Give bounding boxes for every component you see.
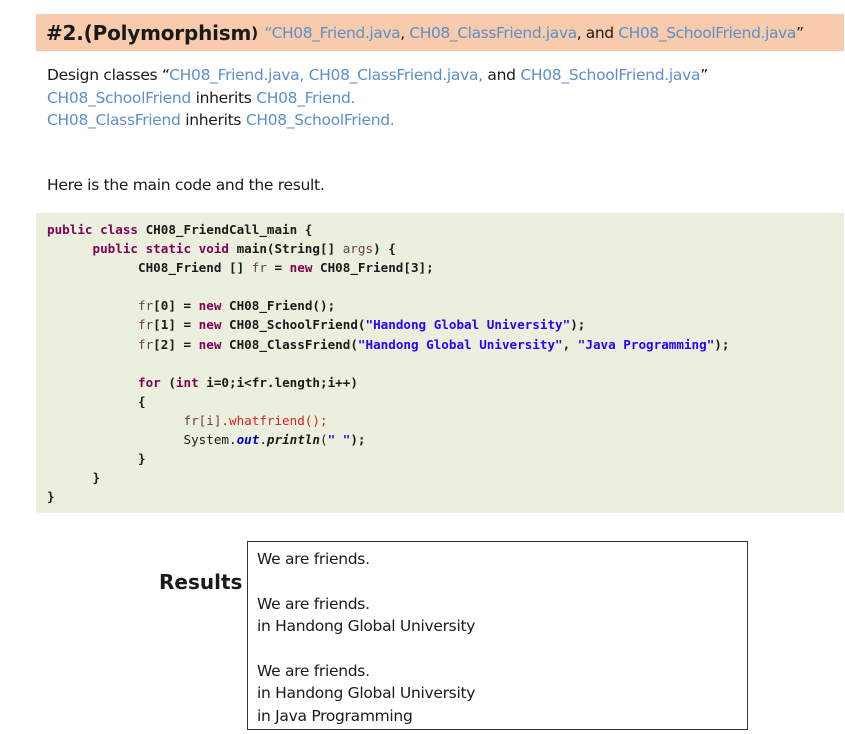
- inheritance-verb: inherits: [195, 88, 252, 107]
- code-line: }: [92, 470, 101, 486]
- code-block: public class CH08_FriendCall_main { publ…: [47, 220, 729, 506]
- code-line: public class CH08_FriendCall_main {: [47, 222, 313, 237]
- code-line: {: [138, 393, 146, 409]
- output-line: We are friends.: [257, 662, 370, 680]
- results-label: Results: [159, 570, 243, 594]
- output-line: We are friends.: [257, 594, 370, 613]
- inheritance-parent: CH08_SchoolFriend.: [245, 111, 395, 129]
- title-file-friend: “CH08_Friend.java: [264, 23, 401, 42]
- description: Design classes “CH08_Friend.java, CH08_C…: [47, 64, 708, 132]
- description-file-friend: CH08_Friend.java,: [169, 66, 304, 84]
- title-file-list: “CH08_Friend.java, CH08_ClassFriend.java…: [260, 24, 804, 42]
- title-close-quote: ”: [795, 23, 804, 42]
- inheritance-verb: inherits: [185, 111, 242, 129]
- output-line: in Handong Global University: [257, 684, 476, 703]
- code-line: fr[0] = new CH08_Friend();: [138, 298, 336, 314]
- title-heading: #2.(Polymorphism: [46, 20, 252, 45]
- title-file-classfriend: CH08_ClassFriend.java: [409, 23, 577, 42]
- code-line: }: [47, 489, 55, 505]
- description-file-schoolfriend: CH08_SchoolFriend.java: [520, 66, 701, 84]
- description-and: and: [487, 66, 516, 84]
- title-separator: ,: [400, 23, 405, 42]
- intro-text: Here is the main code and the result.: [47, 176, 325, 194]
- description-line-2: CH08_SchoolFriend inherits CH08_Friend.: [47, 87, 708, 110]
- title-and: , and: [576, 23, 614, 42]
- output-line: in Handong Global University: [257, 617, 476, 636]
- code-line: fr[i].whatfriend();: [183, 412, 328, 428]
- code-line: CH08_Friend [] fr = new CH08_Friend[3];: [138, 260, 434, 276]
- description-line-1: Design classes “CH08_Friend.java, CH08_C…: [47, 64, 708, 87]
- inheritance-child: CH08_SchoolFriend: [47, 88, 191, 107]
- output-line: in Java Programming: [257, 706, 413, 725]
- description-file-classfriend: CH08_ClassFriend.java,: [308, 66, 483, 84]
- code-line: fr[2] = new CH08_ClassFriend("Handong Gl…: [138, 336, 730, 352]
- description-close-quote: ”: [700, 66, 708, 84]
- code-line: }: [138, 451, 146, 467]
- output-spacer: [257, 638, 747, 660]
- code-line: for (int i=0;i<fr.length;i++): [138, 374, 358, 390]
- code-line: System.out.println(" ");: [183, 432, 366, 448]
- inheritance-parent: CH08_Friend.: [256, 88, 356, 107]
- code-line: fr[1] = new CH08_SchoolFriend("Handong G…: [138, 317, 586, 333]
- description-line-3: CH08_ClassFriend inherits CH08_SchoolFri…: [47, 109, 708, 132]
- title-bar: #2.(Polymorphism) “CH08_Friend.java, CH0…: [36, 14, 844, 51]
- title-file-schoolfriend: CH08_SchoolFriend.java: [618, 23, 796, 42]
- code-line: public static void main(String[] args) {: [92, 241, 396, 257]
- results-output-box: We are friends. We are friends. in Hando…: [247, 541, 748, 730]
- output-spacer: [257, 570, 747, 592]
- output-line: We are friends.: [257, 550, 370, 568]
- title-heading-paren: ): [251, 23, 258, 42]
- inheritance-child: CH08_ClassFriend: [47, 111, 181, 129]
- description-prefix: Design classes “: [47, 66, 170, 84]
